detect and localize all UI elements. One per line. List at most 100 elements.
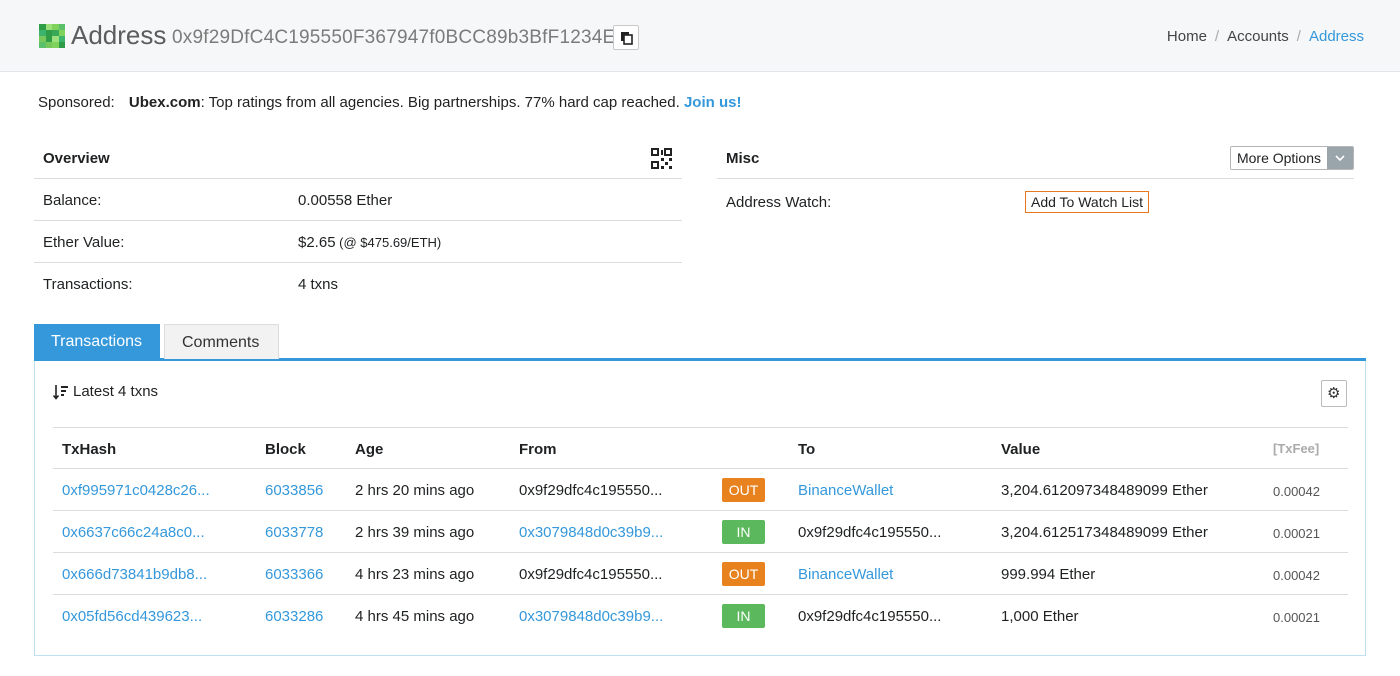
column-header-from: From	[519, 441, 557, 458]
gear-icon: ⚙	[1327, 385, 1341, 402]
direction-cell: OUT	[722, 562, 765, 586]
overview-value: $2.65 (@ $475.69/ETH)	[298, 234, 441, 251]
direction-badge-out: OUT	[722, 478, 765, 502]
overview-header: Overview	[34, 137, 682, 179]
add-to-watch-list-button[interactable]: Add To Watch List	[1025, 191, 1150, 213]
address-watch-row: Address Watch: Add To Watch List	[717, 179, 1354, 225]
tx-from: 0x9f29dfc4c195550...	[519, 566, 663, 583]
overview-row-ether-value: Ether Value: $2.65 (@ $475.69/ETH)	[34, 221, 682, 263]
address-identicon	[39, 24, 65, 48]
tx-age: 2 hrs 39 mins ago	[355, 524, 475, 541]
latest-txns-label: Latest 4 txns	[73, 383, 159, 400]
latest-txns-summary: Latest 4 txns	[53, 383, 158, 400]
overview-row-balance: Balance: 0.00558 Ether	[34, 179, 682, 221]
more-options-label[interactable]: More Options	[1230, 147, 1327, 169]
column-header-block: Block	[265, 441, 306, 458]
tx-value: 3,204.612097348489099 Ether	[1001, 482, 1208, 499]
more-options-dropdown[interactable]: More Options	[1229, 146, 1354, 170]
qr-code-icon[interactable]	[651, 148, 672, 169]
tab-transactions[interactable]: Transactions	[34, 324, 160, 359]
transactions-table: TxHash Block Age From To Value [TxFee] 0…	[53, 427, 1348, 637]
tx-fee: 0.00042	[1273, 484, 1320, 499]
tx-fee: 0.00042	[1273, 568, 1320, 583]
sponsored-text: : Top ratings from all agencies. Big par…	[200, 94, 680, 111]
overview-panel: Overview Balance: 0.00558 Ether Ether Va…	[34, 137, 682, 305]
breadcrumb-separator: /	[1214, 28, 1220, 45]
tx-hash-link[interactable]: 0x05fd56cd439623...	[62, 608, 202, 625]
tx-from-link[interactable]: 0x3079848d0c39b9...	[519, 524, 663, 541]
column-header-to: To	[798, 441, 816, 458]
tx-age: 4 hrs 23 mins ago	[355, 566, 475, 583]
tx-fee: 0.00021	[1273, 526, 1320, 541]
column-header-txfee[interactable]: [TxFee]	[1273, 441, 1319, 456]
overview-label: Balance:	[43, 192, 102, 209]
block-link[interactable]: 6033286	[265, 608, 323, 625]
tx-fee: 0.00021	[1273, 610, 1320, 625]
tx-hash-link[interactable]: 0x666d73841b9db8...	[62, 566, 207, 583]
tx-value: 999.994 Ether	[1001, 566, 1096, 583]
overview-label: Transactions:	[43, 276, 133, 293]
ether-value: $2.65	[298, 234, 336, 251]
overview-label: Ether Value:	[43, 234, 125, 251]
misc-header: Misc More Options	[717, 137, 1354, 179]
balance-value: 0.00558 Ether	[298, 192, 393, 209]
more-options-caret[interactable]	[1327, 147, 1353, 169]
breadcrumb: Home / Accounts / Address	[1167, 28, 1364, 45]
settings-button[interactable]: ⚙	[1321, 380, 1347, 407]
column-header-txhash: TxHash	[62, 441, 117, 458]
transactions-panel: Latest 4 txns ⚙ TxHash Block Age From To…	[34, 361, 1366, 656]
direction-cell: IN	[722, 604, 765, 628]
tab-bar: Transactions Comments	[34, 324, 1366, 361]
sponsored-brand[interactable]: Ubex.com	[129, 94, 201, 111]
breadcrumb-accounts[interactable]: Accounts	[1227, 28, 1289, 45]
breadcrumb-current: Address	[1308, 28, 1364, 45]
block-link[interactable]: 6033856	[265, 482, 323, 499]
tx-to: 0x9f29dfc4c195550...	[798, 608, 942, 625]
address-watch-label: Address Watch:	[726, 194, 832, 211]
txn-count: 4 txns	[298, 276, 339, 293]
chevron-down-icon	[1335, 155, 1345, 162]
tx-hash-link[interactable]: 0x6637c66c24a8c0...	[62, 524, 205, 541]
overview-value: 4 txns	[298, 276, 338, 293]
table-row: 0xf995971c0428c26... 6033856 2 hrs 20 mi…	[53, 469, 1348, 511]
tab-comments[interactable]: Comments	[164, 324, 279, 359]
tx-from-link[interactable]: 0x3079848d0c39b9...	[519, 608, 663, 625]
direction-cell: IN	[722, 520, 765, 544]
tx-to-link[interactable]: BinanceWallet	[798, 566, 893, 583]
table-row: 0x666d73841b9db8... 6033366 4 hrs 23 min…	[53, 553, 1348, 595]
sponsored-label: Sponsored:	[38, 94, 115, 111]
overview-row-transactions: Transactions: 4 txns	[34, 263, 682, 305]
direction-badge-in: IN	[722, 604, 765, 628]
tx-value: 3,204.612517348489099 Ether	[1001, 524, 1208, 541]
copy-address-button[interactable]	[613, 25, 639, 50]
tx-value: 1,000 Ether	[1001, 608, 1079, 625]
direction-badge-in: IN	[722, 520, 765, 544]
address-hash: 0x9f29DfC4C195550F367947f0BCC89b3BfF1234…	[172, 27, 627, 48]
sponsored-cta-link[interactable]: Join us!	[684, 94, 742, 111]
tx-from: 0x9f29dfc4c195550...	[519, 482, 663, 499]
block-link[interactable]: 6033366	[265, 566, 323, 583]
misc-title: Misc	[726, 150, 760, 167]
table-row: 0x6637c66c24a8c0... 6033778 2 hrs 39 min…	[53, 511, 1348, 553]
column-header-value: Value	[1001, 441, 1041, 458]
column-header-age: Age	[355, 441, 384, 458]
table-row: 0x05fd56cd439623... 6033286 4 hrs 45 min…	[53, 595, 1348, 637]
breadcrumb-separator: /	[1296, 28, 1301, 45]
tx-age: 2 hrs 20 mins ago	[355, 482, 475, 499]
sponsored-banner: Sponsored: Ubex.com: Top ratings from al…	[38, 94, 741, 111]
eth-price: (@ $475.69/ETH)	[335, 235, 442, 250]
page-header: Address 0x9f29DfC4C195550F367947f0BCC89b…	[0, 0, 1400, 72]
sort-icon	[53, 384, 68, 400]
table-header: TxHash Block Age From To Value [TxFee]	[53, 427, 1348, 469]
page-title: Address	[71, 20, 167, 50]
tx-to-link[interactable]: BinanceWallet	[798, 482, 893, 499]
misc-panel: Misc More Options Address Watch: Add To …	[717, 137, 1354, 225]
direction-cell: OUT	[722, 478, 765, 502]
copy-icon	[621, 32, 633, 45]
tx-age: 4 hrs 45 mins ago	[355, 608, 475, 625]
tx-to: 0x9f29dfc4c195550...	[798, 524, 942, 541]
overview-value: 0.00558 Ether	[298, 192, 392, 209]
block-link[interactable]: 6033778	[265, 524, 323, 541]
tx-hash-link[interactable]: 0xf995971c0428c26...	[62, 482, 210, 499]
breadcrumb-home[interactable]: Home	[1167, 28, 1207, 45]
